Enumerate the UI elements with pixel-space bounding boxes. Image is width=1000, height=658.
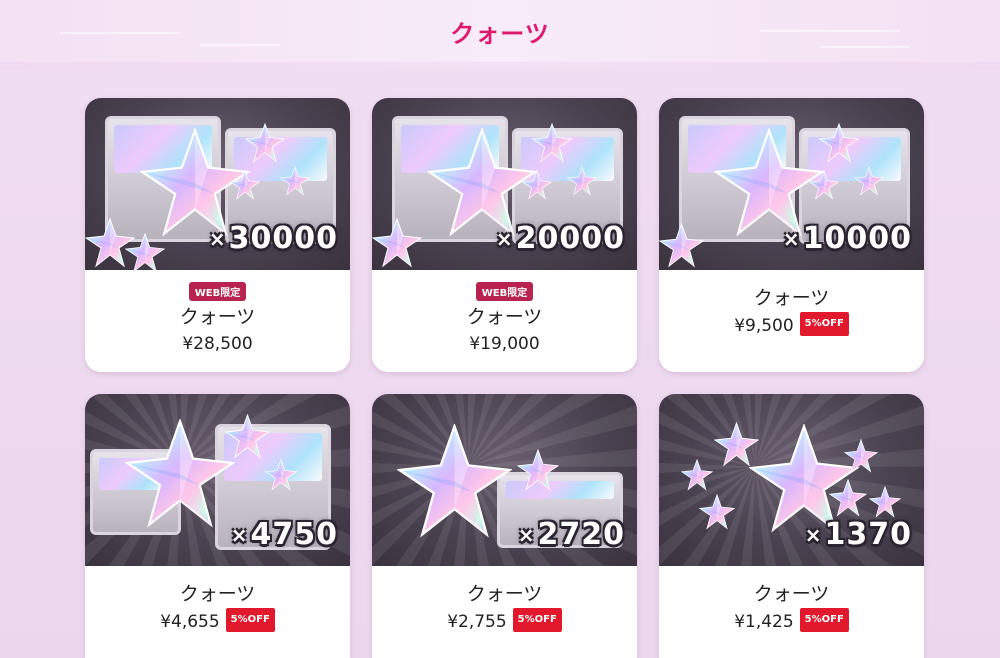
quartz-star-icon <box>532 123 572 163</box>
price-row: ¥19,000 <box>372 333 637 355</box>
product-name: クォーツ <box>179 306 256 328</box>
price-row: ¥4,655 5%OFF <box>85 608 350 634</box>
quantity-label: ×20000 <box>495 221 625 256</box>
web-exclusive-badge: WEB限定 <box>475 282 534 301</box>
discount-badge: 5%OFF <box>799 608 849 632</box>
quantity-label: ×10000 <box>782 221 912 256</box>
product-name: クォーツ <box>179 583 256 605</box>
product-art: ×2720 <box>372 394 637 566</box>
quartz-star-icon <box>372 218 422 268</box>
product-art: ×4750 <box>85 394 350 566</box>
quartz-star-icon <box>230 170 260 200</box>
quartz-star-icon <box>714 422 759 467</box>
discount-badge: 5%OFF <box>799 312 849 336</box>
product-card-2720[interactable]: ×2720 クォーツ ¥2,755 5%OFF <box>372 394 637 658</box>
product-card-1370[interactable]: ×1370 クォーツ ¥1,425 5%OFF <box>659 394 924 658</box>
product-price: ¥4,655 <box>160 612 220 632</box>
product-name: クォーツ <box>753 583 830 605</box>
quartz-star-icon <box>567 166 597 196</box>
quartz-star-icon <box>522 170 552 200</box>
quartz-star-icon <box>819 123 859 163</box>
quartz-star-icon <box>125 233 165 270</box>
section-title: クォーツ <box>450 20 550 48</box>
product-art: ×10000 <box>659 98 924 270</box>
quantity-label: ×2720 <box>517 517 625 552</box>
quartz-star-icon <box>844 439 878 473</box>
product-art: ×30000 <box>85 98 350 270</box>
quartz-star-icon <box>681 459 713 491</box>
quartz-star-icon <box>699 494 735 530</box>
quartz-star-icon <box>245 123 285 163</box>
quartz-star-icon <box>829 479 867 517</box>
product-info: WEB限定 クォーツ ¥19,000 <box>372 270 637 355</box>
quartz-star-icon <box>265 459 297 491</box>
product-info: クォーツ ¥9,500 5%OFF <box>659 286 924 338</box>
product-card-20000[interactable]: ×20000 WEB限定 クォーツ ¥19,000 <box>372 98 637 372</box>
product-card-4750[interactable]: ×4750 クォーツ ¥4,655 5%OFF <box>85 394 350 658</box>
quartz-star-icon <box>517 449 559 491</box>
quantity-label: ×30000 <box>208 221 338 256</box>
product-price: ¥2,755 <box>447 612 507 632</box>
quartz-star-icon <box>225 414 270 459</box>
product-price: ¥19,000 <box>469 334 540 354</box>
discount-badge: 5%OFF <box>512 608 562 632</box>
quartz-star-icon <box>659 223 704 268</box>
product-card-10000[interactable]: ×10000 クォーツ ¥9,500 5%OFF <box>659 98 924 372</box>
price-row: ¥2,755 5%OFF <box>372 608 637 634</box>
web-exclusive-badge: WEB限定 <box>188 282 247 301</box>
product-name: クォーツ <box>466 306 543 328</box>
quartz-star-icon <box>397 424 512 539</box>
price-row: ¥28,500 <box>85 333 350 355</box>
product-name: クォーツ <box>466 583 543 605</box>
product-info: WEB限定 クォーツ ¥28,500 <box>85 270 350 355</box>
discount-badge: 5%OFF <box>225 608 275 632</box>
product-info: クォーツ ¥2,755 5%OFF <box>372 582 637 634</box>
quantity-label: ×4750 <box>230 517 338 552</box>
product-price: ¥1,425 <box>734 612 794 632</box>
quartz-star-icon <box>854 166 884 196</box>
price-row: ¥9,500 5%OFF <box>659 312 924 338</box>
quartz-star-icon <box>280 166 310 196</box>
product-art: ×20000 <box>372 98 637 270</box>
product-info: クォーツ ¥1,425 5%OFF <box>659 582 924 634</box>
quantity-label: ×1370 <box>804 517 912 552</box>
product-art: ×1370 <box>659 394 924 566</box>
price-row: ¥1,425 5%OFF <box>659 608 924 634</box>
product-price: ¥28,500 <box>182 334 253 354</box>
product-card-30000[interactable]: ×30000 WEB限定 クォーツ ¥28,500 <box>85 98 350 372</box>
quartz-star-icon <box>869 486 901 518</box>
product-info: クォーツ ¥4,655 5%OFF <box>85 582 350 634</box>
quartz-star-icon <box>809 170 839 200</box>
quartz-star-icon <box>125 419 235 529</box>
product-name: クォーツ <box>753 287 830 309</box>
product-price: ¥9,500 <box>734 316 794 336</box>
